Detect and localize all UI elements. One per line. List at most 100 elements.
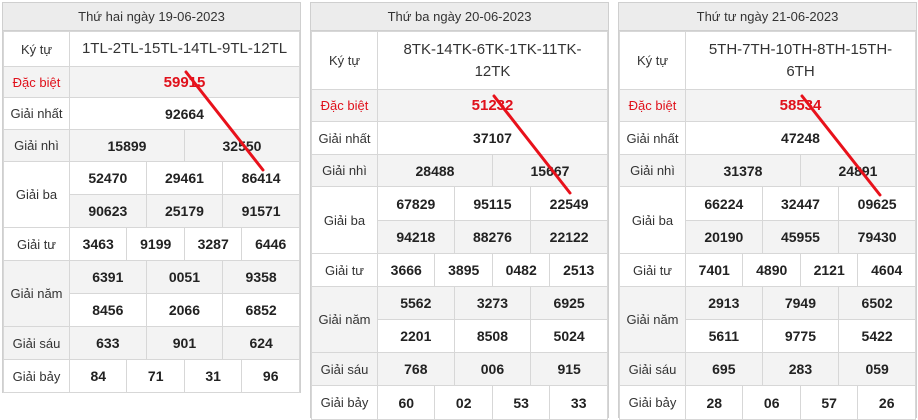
special-prize: 58534 [685,89,916,122]
third-prize-2: 29461 [145,161,224,195]
label-second: Giải nhì [619,154,686,187]
special-prize: 51232 [377,89,608,122]
panel-date-title: Thứ tư ngày 21-06-2023 [619,3,916,31]
seventh-prize-2: 71 [126,359,185,393]
label-fourth: Giải tư [3,227,70,261]
label-third: Giải ba [3,161,70,228]
fourth-prize-1: 3463 [68,227,128,261]
fourth-prize-4: 6446 [241,227,300,261]
sixth-prize-1: 695 [685,352,763,386]
second-prize-2: 32550 [183,129,301,162]
third-prize-1: 67829 [377,186,455,221]
seventh-prize-2: 02 [434,385,493,420]
panel-date-title: Thứ hai ngày 19-06-2023 [3,3,300,31]
second-prize-1: 31378 [685,154,801,187]
sixth-prize-3: 915 [530,352,608,386]
label-code: Ký tự [311,31,378,90]
label-fourth: Giải tư [619,253,686,287]
seventh-prize-1: 60 [376,385,436,420]
fourth-prize-4: 4604 [857,253,916,287]
fifth-prize-6: 5024 [530,319,608,353]
label-second: Giải nhì [3,129,70,162]
code-value: 5TH-7TH-10TH-8TH-15TH-6TH [685,31,916,90]
results-panel-tuesday: Thứ ba ngày 20-06-2023 Ký tự 8TK-14TK-6T… [310,2,609,420]
third-prize-2: 95115 [453,186,532,221]
fifth-prize-4: 5611 [685,319,763,353]
seventh-prize-3: 53 [491,385,551,420]
seventh-prize-1: 84 [68,359,128,393]
code-value: 8TK-14TK-6TK-1TK-11TK-12TK [377,31,608,90]
first-prize: 92664 [69,97,300,130]
third-prize-5: 88276 [453,220,532,254]
label-sixth: Giải sáu [311,352,378,386]
third-prize-4: 94218 [377,220,455,254]
fourth-prize-3: 3287 [183,227,243,261]
third-prize-6: 22122 [530,220,608,254]
fourth-prize-1: 7401 [684,253,744,287]
label-special: Đặc biệt [619,89,686,122]
third-prize-6: 91571 [222,194,300,228]
seventh-prize-3: 57 [799,385,859,420]
fourth-prize-3: 0482 [491,253,551,287]
seventh-prize-4: 33 [549,385,608,420]
fifth-prize-5: 8508 [453,319,532,353]
label-third: Giải ba [619,186,686,254]
label-code: Ký tự [619,31,686,90]
third-prize-1: 66224 [685,186,763,221]
sixth-prize-3: 624 [222,326,300,360]
fourth-prize-3: 2121 [799,253,859,287]
third-prize-3: 09625 [838,186,916,221]
seventh-prize-4: 26 [857,385,916,420]
label-fifth: Giải năm [311,286,378,353]
label-special: Đặc biệt [3,66,70,98]
fourth-prize-1: 3666 [376,253,436,287]
fourth-prize-4: 2513 [549,253,608,287]
label-fifth: Giải năm [3,260,70,327]
fifth-prize-1: 2913 [685,286,763,320]
fifth-prize-5: 9775 [761,319,840,353]
seventh-prize-2: 06 [742,385,801,420]
fifth-prize-6: 6852 [222,293,300,327]
results-table: Ký tự 1TL-2TL-15TL-14TL-9TL-12TL Đặc biệ… [3,31,301,393]
third-prize-1: 52470 [69,161,147,195]
fourth-prize-2: 9199 [126,227,185,261]
fifth-prize-2: 0051 [145,260,224,294]
third-prize-5: 25179 [145,194,224,228]
results-panel-monday: Thứ hai ngày 19-06-2023 Ký tự 1TL-2TL-15… [2,2,301,393]
third-prize-4: 90623 [69,194,147,228]
code-value: 1TL-2TL-15TL-14TL-9TL-12TL [69,31,300,67]
third-prize-3: 86414 [222,161,300,195]
second-prize-1: 28488 [377,154,493,187]
label-sixth: Giải sáu [3,326,70,360]
fifth-prize-3: 6925 [530,286,608,320]
label-first: Giải nhất [3,97,70,130]
fifth-prize-1: 5562 [377,286,455,320]
third-prize-3: 22549 [530,186,608,221]
fifth-prize-5: 2066 [145,293,224,327]
first-prize: 37107 [377,121,608,155]
fifth-prize-2: 7949 [761,286,840,320]
label-fifth: Giải năm [619,286,686,353]
fifth-prize-4: 2201 [377,319,455,353]
results-panel-wednesday: Thứ tư ngày 21-06-2023 Ký tự 5TH-7TH-10T… [618,2,917,420]
second-prize-1: 15899 [69,129,185,162]
seventh-prize-1: 28 [684,385,744,420]
label-second: Giải nhì [311,154,378,187]
panel-date-title: Thứ ba ngày 20-06-2023 [311,3,608,31]
fifth-prize-2: 3273 [453,286,532,320]
third-prize-4: 20190 [685,220,763,254]
label-third: Giải ba [311,186,378,254]
second-prize-2: 15667 [491,154,609,187]
label-fourth: Giải tư [311,253,378,287]
fourth-prize-2: 4890 [742,253,801,287]
special-prize: 59915 [69,66,300,98]
fifth-prize-3: 9358 [222,260,300,294]
third-prize-2: 32447 [761,186,840,221]
sixth-prize-2: 283 [761,352,840,386]
fourth-prize-2: 3895 [434,253,493,287]
sixth-prize-1: 633 [69,326,147,360]
fifth-prize-4: 8456 [69,293,147,327]
fifth-prize-6: 5422 [838,319,916,353]
sixth-prize-3: 059 [838,352,916,386]
label-first: Giải nhất [619,121,686,155]
